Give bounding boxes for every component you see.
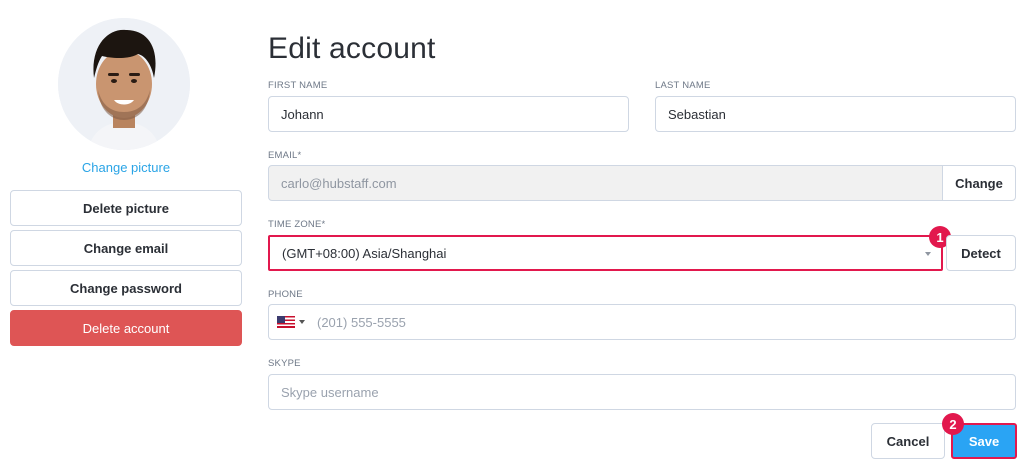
delete-account-button[interactable]: Delete account [10,310,242,346]
skype-label: SKYPE [268,358,301,369]
phone-input[interactable]: (201) 555-5555 [268,304,1016,340]
change-password-button[interactable]: Change password [10,270,242,306]
first-name-input[interactable]: Johann [268,96,629,132]
last-name-input[interactable]: Sebastian [655,96,1016,132]
step-badge-2: 2 [942,413,964,435]
time-zone-label: TIME ZONE* [268,219,326,230]
phone-label: PHONE [268,289,303,300]
first-name-label: FIRST NAME [268,80,328,91]
page-title: Edit account [268,32,436,65]
delete-picture-button[interactable]: Delete picture [10,190,242,226]
email-label: EMAIL* [268,150,302,161]
email-input: carlo@hubstaff.com [268,165,943,201]
profile-photo [58,18,190,150]
country-dropdown-icon[interactable] [299,320,305,324]
detect-button[interactable]: Detect [946,235,1016,271]
first-name-value: Johann [281,106,324,122]
cancel-button[interactable]: Cancel [871,423,945,459]
chevron-down-icon [925,252,931,256]
change-picture-link[interactable]: Change picture [10,160,242,175]
change-email-button[interactable]: Change email [10,230,242,266]
last-name-value: Sebastian [668,106,726,122]
avatar [58,18,190,150]
skype-placeholder: Skype username [281,384,379,400]
time-zone-select[interactable]: (GMT+08:00) Asia/Shanghai [268,235,943,271]
last-name-label: LAST NAME [655,80,711,91]
us-flag-icon[interactable] [277,316,295,328]
email-value: carlo@hubstaff.com [281,175,397,191]
time-zone-value: (GMT+08:00) Asia/Shanghai [282,245,447,261]
phone-placeholder: (201) 555-5555 [317,314,406,330]
skype-input[interactable]: Skype username [268,374,1016,410]
change-email-addon-button[interactable]: Change [942,165,1016,201]
